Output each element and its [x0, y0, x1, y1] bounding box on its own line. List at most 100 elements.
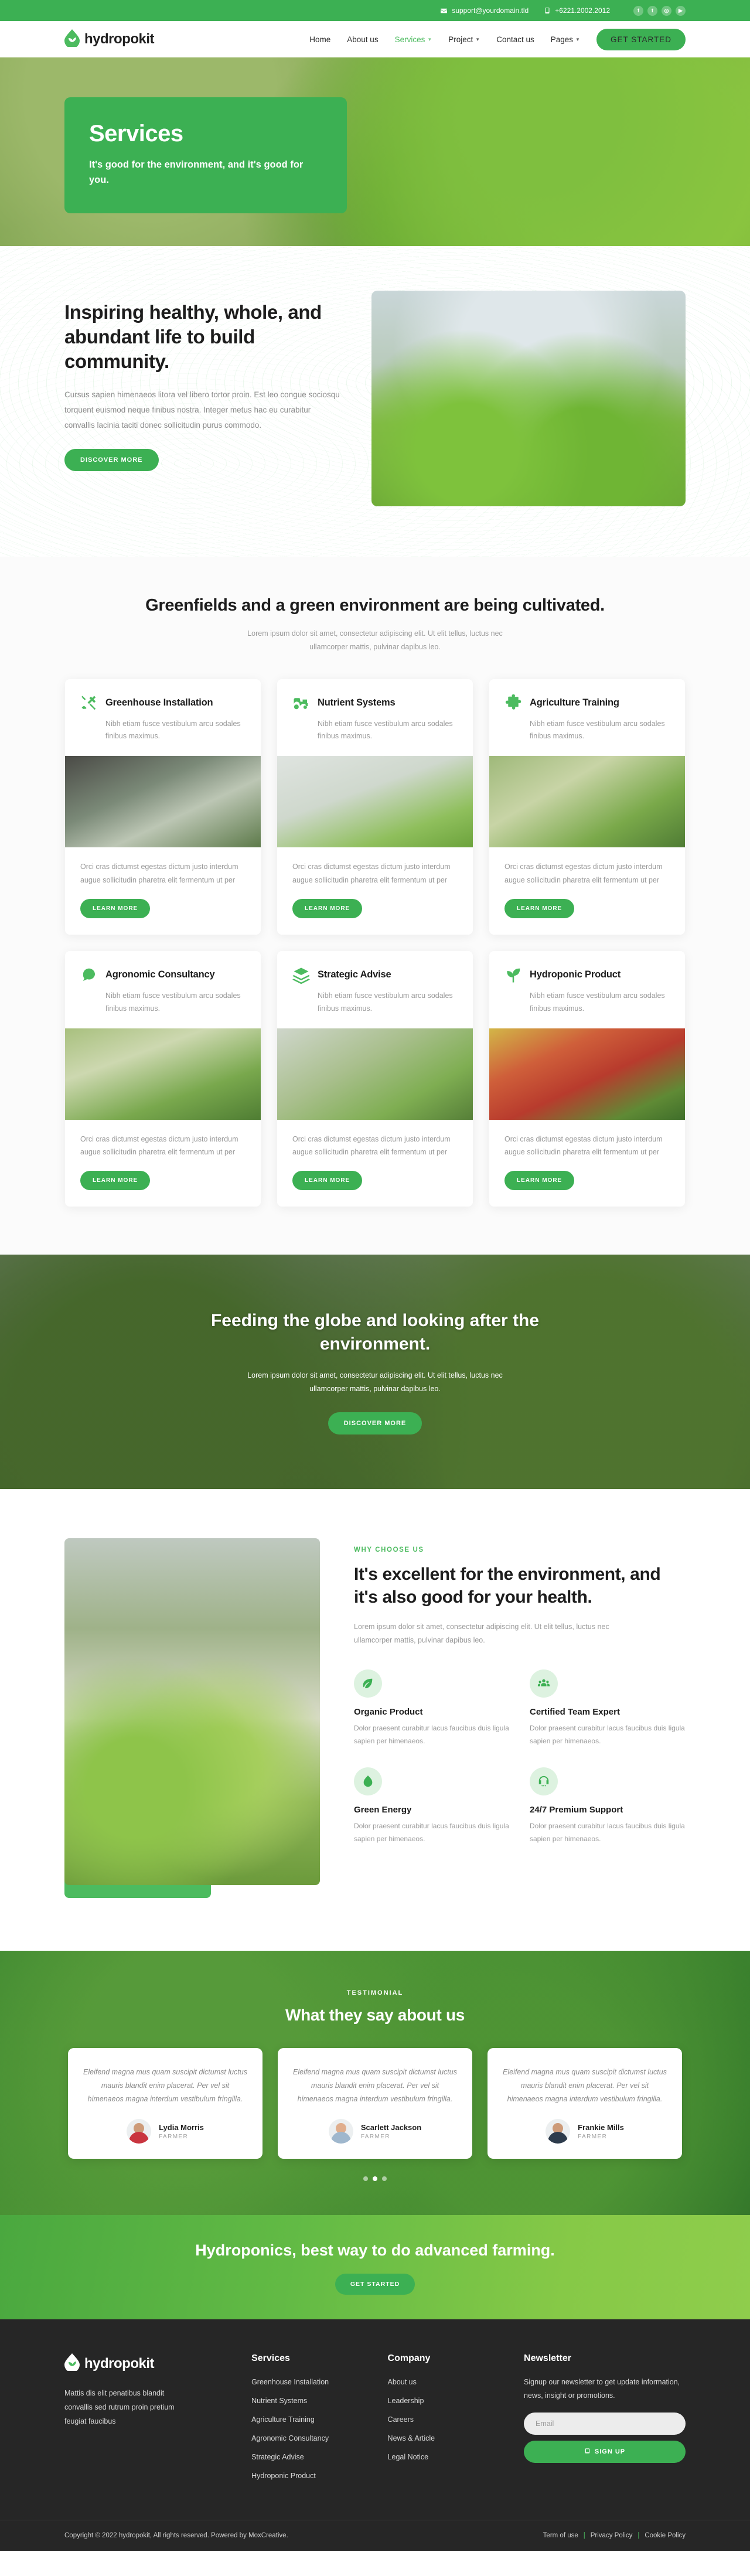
discover-more-button[interactable]: DISCOVER MORE [64, 448, 159, 471]
footer-link-privacy-policy[interactable]: Privacy Policy [591, 2532, 633, 2539]
get-started-button[interactable]: GET STARTED [596, 28, 686, 50]
footer-newsletter-text: Signup our newsletter to get update info… [524, 2378, 680, 2400]
contact-email-text: support@yourdomain.tld [452, 6, 529, 15]
team-icon [530, 1669, 558, 1698]
service-card[interactable]: Nutrient Systems Nibh etiam fusce vestib… [277, 679, 473, 935]
energy-leaf-icon [354, 1767, 382, 1796]
nav-item-contact-us[interactable]: Contact us [496, 35, 534, 44]
footer-logo[interactable]: hydropokit [64, 2353, 228, 2374]
carousel-dot-1[interactable] [363, 2176, 368, 2182]
why-eyebrow: WHY CHOOSE US [354, 1546, 424, 1554]
nav-item-about-us[interactable]: About us [347, 35, 378, 44]
feature-item: Organic Product Dolor praesent curabitur… [354, 1669, 510, 1747]
footer-link-greenhouse-installation[interactable]: Greenhouse Installation [251, 2378, 329, 2386]
facebook-icon[interactable]: f [633, 5, 643, 16]
nav-label: Contact us [496, 35, 534, 44]
why-body: Lorem ipsum dolor sit amet, consectetur … [354, 1623, 609, 1645]
nav-item-home[interactable]: Home [309, 35, 330, 44]
footer-link-cookie-policy[interactable]: Cookie Policy [645, 2532, 686, 2539]
twitter-icon[interactable]: t [647, 5, 657, 16]
footer-link-term-of-use[interactable]: Term of use [543, 2532, 578, 2539]
feature-item: Green Energy Dolor praesent curabitur la… [354, 1767, 510, 1845]
carousel-dot-3[interactable] [382, 2176, 387, 2182]
learn-more-button[interactable]: LEARN MORE [80, 898, 151, 918]
feature-title: Certified Team Expert [530, 1707, 620, 1718]
feature-body: Dolor praesent curabitur lacus faucibus … [354, 1822, 509, 1844]
service-body: Orci cras dictumst egestas dictum justo … [80, 1134, 238, 1157]
intro-body: Cursus sapien himenaeos litora vel liber… [64, 390, 340, 430]
carousel-dot-2[interactable] [373, 2176, 377, 2182]
footer-link-hydroponic-product[interactable]: Hydroponic Product [251, 2472, 316, 2480]
service-subtitle: Nibh etiam fusce vestibulum arcu sodales… [530, 991, 665, 1013]
footer-brand-block: hydropokit Mattis dis elit penatibus bla… [64, 2353, 228, 2489]
feature-body: Dolor praesent curabitur lacus faucibus … [530, 1822, 685, 1844]
footer-company-column: Company About us Leadership Careers News… [388, 2353, 500, 2489]
nav-item-pages[interactable]: Pages ▼ [551, 35, 580, 44]
learn-more-button[interactable]: LEARN MORE [504, 1171, 575, 1191]
testimonial-eyebrow: TESTIMONIAL [346, 1989, 404, 1997]
footer-newsletter-title: Newsletter [524, 2353, 571, 2364]
footer-link-strategic-advise[interactable]: Strategic Advise [251, 2453, 304, 2461]
service-image [489, 756, 685, 848]
main-navigation: hydropokit Home About us Services ▼ Proje… [0, 21, 750, 57]
footer-link-legal-notice[interactable]: Legal Notice [388, 2453, 429, 2461]
services-subheading: Lorem ipsum dolor sit amet, consectetur … [247, 629, 503, 652]
footer-link-nutrient-systems[interactable]: Nutrient Systems [251, 2397, 307, 2405]
newsletter-email-input[interactable] [524, 2413, 686, 2435]
learn-more-button[interactable]: LEARN MORE [504, 898, 575, 918]
service-subtitle: Nibh etiam fusce vestibulum arcu sodales… [105, 719, 241, 741]
youtube-icon[interactable]: ▶ [676, 5, 686, 16]
learn-more-button[interactable]: LEARN MORE [292, 898, 363, 918]
footer-brand-name: hydropokit [84, 2355, 155, 2371]
service-card[interactable]: Agronomic Consultancy Nibh etiam fusce v… [65, 950, 261, 1207]
chevron-down-icon: ▼ [475, 36, 480, 42]
nav-item-project[interactable]: Project ▼ [448, 35, 480, 44]
service-image [65, 756, 261, 848]
page-title: Services [89, 121, 183, 146]
contact-email[interactable]: support@yourdomain.tld [440, 6, 529, 15]
service-title: Nutrient Systems [318, 697, 396, 708]
newsletter-signup-button[interactable]: SIGN UP [524, 2441, 686, 2463]
layers-icon [292, 966, 310, 984]
service-image [489, 1028, 685, 1120]
avatar [546, 2119, 571, 2144]
learn-more-button[interactable]: LEARN MORE [292, 1171, 363, 1191]
avatar [328, 2119, 353, 2144]
service-card[interactable]: Greenhouse Installation Nibh etiam fusce… [65, 679, 261, 935]
footer-link-agriculture-training[interactable]: Agriculture Training [251, 2415, 315, 2424]
testimonial-card: Eleifend magna mus quam suscipit dictums… [278, 2048, 472, 2159]
testimonial-role: FARMER [578, 2133, 608, 2140]
nav-item-services[interactable]: Services ▼ [395, 35, 432, 44]
hero-banner: Services It's good for the environment, … [0, 57, 750, 246]
intro-section: Inspiring healthy, whole, and abundant l… [0, 246, 750, 557]
feature-body: Dolor praesent curabitur lacus faucibus … [354, 1724, 509, 1745]
why-choose-us-section: WHY CHOOSE US It's excellent for the env… [0, 1489, 750, 1951]
instagram-icon[interactable]: ◎ [662, 5, 671, 16]
contact-phone[interactable]: +6221.2002.2012 [544, 6, 610, 15]
testimonial-quote: Eleifend magna mus quam suscipit dictums… [503, 2068, 667, 2104]
learn-more-button[interactable]: LEARN MORE [80, 1171, 151, 1191]
brand-logo[interactable]: hydropokit [64, 29, 155, 50]
testimonial-role: FARMER [360, 2133, 390, 2140]
service-card[interactable]: Strategic Advise Nibh etiam fusce vestib… [277, 950, 473, 1207]
intro-image [371, 291, 686, 506]
service-card[interactable]: Agriculture Training Nibh etiam fusce ve… [489, 679, 685, 935]
discover-more-button[interactable]: DISCOVER MORE [328, 1412, 422, 1435]
footer-link-about-us[interactable]: About us [388, 2378, 417, 2386]
service-card[interactable]: Hydroponic Product Nibh etiam fusce vest… [489, 950, 685, 1207]
get-started-button[interactable]: GET STARTED [335, 2274, 415, 2295]
testimonial-quote: Eleifend magna mus quam suscipit dictums… [293, 2068, 457, 2104]
footer-link-agronomic-consultancy[interactable]: Agronomic Consultancy [251, 2434, 329, 2442]
footer-company-title: Company [387, 2353, 431, 2364]
nav-menu: Home About us Services ▼ Project ▼ Contact… [309, 28, 686, 50]
testimonial-section: TESTIMONIAL What they say about us Eleif… [0, 1951, 750, 2215]
footer-bottom-bar: Copyright © 2022 hydropokit, All rights … [0, 2520, 750, 2551]
feature-item: 24/7 Premium Support Dolor praesent cura… [530, 1767, 686, 1845]
footer-services-title: Services [251, 2353, 290, 2364]
services-section: Greenfields and a green environment are … [0, 557, 750, 1255]
footer-link-news-article[interactable]: News & Article [388, 2434, 435, 2442]
footer-link-careers[interactable]: Careers [388, 2415, 414, 2424]
footer-link-leadership[interactable]: Leadership [388, 2397, 424, 2405]
chevron-down-icon: ▼ [575, 36, 580, 42]
leaf-drop-logo-icon [64, 2353, 80, 2374]
